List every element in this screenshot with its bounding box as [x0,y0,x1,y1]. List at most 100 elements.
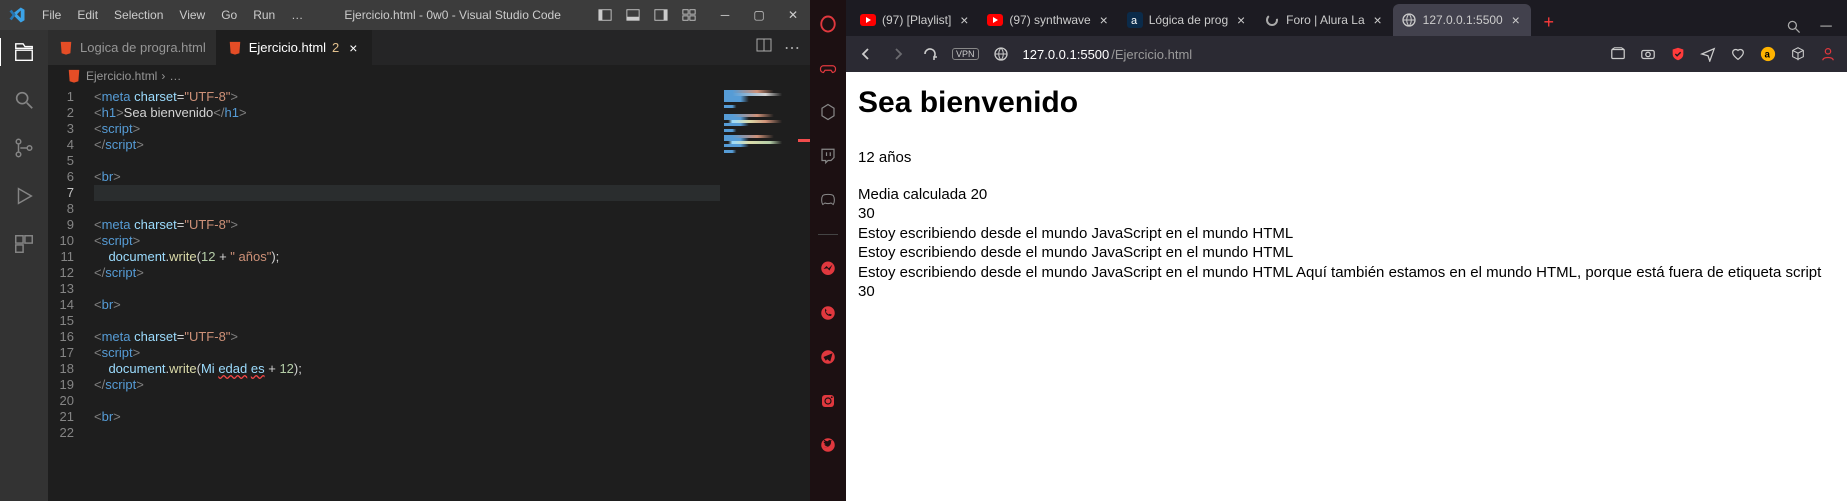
layout-grid-icon[interactable] [678,4,700,26]
html-file-icon [66,68,82,84]
tab-modified-badge: 2 [332,40,339,55]
tab-label: Lógica de prog [1149,13,1228,27]
url-path: /Ejercicio.html [1111,47,1192,62]
site-info-icon[interactable] [991,44,1011,64]
source-control-icon[interactable] [10,134,38,162]
forward-button[interactable] [888,44,908,64]
search-icon[interactable] [10,86,38,114]
tab-label: (97) synthwave [1009,13,1090,27]
vpn-badge[interactable]: VPN [952,48,979,60]
browser-tabs: (97) [Playlist] × (97) synthwave × a Lóg… [846,0,1847,36]
activity-bar [0,30,48,501]
minimap[interactable] [720,87,810,501]
browser-tab-foro[interactable]: Foro | Alura La × [1256,4,1393,36]
tab-close-icon[interactable]: × [1234,13,1248,27]
editor-tabs: Logica de progra.html Ejercicio.html 2 ×… [48,30,810,65]
tab-logica[interactable]: Logica de progra.html [48,30,217,65]
layout-bottom-icon[interactable] [622,4,644,26]
menu-view[interactable]: View [171,0,213,30]
telegram-icon[interactable] [818,347,838,367]
tab-close-icon[interactable]: × [1097,13,1111,27]
discord-icon[interactable] [818,190,838,210]
back-button[interactable] [856,44,876,64]
tab-ejercicio[interactable]: Ejercicio.html 2 × [217,30,373,65]
line-gutter: 12345678910111213141516171819202122 [48,87,94,501]
layout-left-icon[interactable] [594,4,616,26]
reload-button[interactable] [920,44,940,64]
tab-label: 127.0.0.1:5500 [1423,13,1503,27]
tab-close-icon[interactable]: × [1509,13,1523,27]
gamepad-icon[interactable] [818,58,838,78]
url-input[interactable]: 127.0.0.1:5500/Ejercicio.html [1023,47,1597,62]
globe-icon [1401,12,1417,28]
loading-icon [1264,12,1280,28]
editor-area: Logica de progra.html Ejercicio.html 2 ×… [48,30,810,501]
minimize-button[interactable]: ─ [708,0,742,30]
breadcrumb-sep: › [161,69,165,83]
more-actions-icon[interactable]: ⋯ [784,38,800,58]
youtube-icon [987,12,1003,28]
menu-go[interactable]: Go [213,0,245,30]
tab-close-icon[interactable]: × [1371,13,1385,27]
hexagon-icon[interactable] [818,102,838,122]
run-debug-icon[interactable] [10,182,38,210]
vscode-window: File Edit Selection View Go Run … Ejerci… [0,0,810,501]
page-line: Estoy escribiendo desde el mundo JavaScr… [858,243,1835,263]
messenger-icon[interactable] [818,259,838,279]
explorer-icon[interactable] [0,38,47,66]
browser-main: (97) [Playlist] × (97) synthwave × a Lóg… [846,0,1847,501]
cube-icon[interactable] [1789,45,1807,63]
browser-tab-synthwave[interactable]: (97) synthwave × [979,4,1118,36]
window-title: Ejercicio.html - 0w0 - Visual Studio Cod… [311,8,594,22]
instagram-icon[interactable] [818,391,838,411]
extensions-icon[interactable] [10,230,38,258]
menu-more[interactable]: … [283,0,311,30]
page-line: 30 [858,204,1835,224]
svg-text:a: a [1764,50,1770,61]
split-editor-icon[interactable] [756,37,772,58]
browser-tab-logica[interactable]: a Lógica de prog × [1119,4,1256,36]
browser-sidebar [810,0,846,501]
tab-close-icon[interactable]: × [957,13,971,27]
twitch-icon[interactable] [818,146,838,166]
camera-icon[interactable] [1639,45,1657,63]
browser-tab-localhost[interactable]: 127.0.0.1:5500 × [1393,4,1531,36]
breadcrumb[interactable]: Ejercicio.html › … [48,65,810,87]
snapshot-icon[interactable] [1609,45,1627,63]
window-minimize-icon[interactable]: ─ [1817,18,1835,36]
close-window-button[interactable]: ✕ [776,0,810,30]
html-file-icon [227,40,243,56]
menu-selection[interactable]: Selection [106,0,171,30]
overview-ruler[interactable] [798,87,810,501]
heart-icon[interactable] [1729,45,1747,63]
menu-edit[interactable]: Edit [69,0,106,30]
divider-icon [818,234,838,235]
page-line: Media calculada 20 [858,185,1835,205]
code-content[interactable]: <meta charset="UTF-8"> <h1>Sea bienvenid… [94,87,720,501]
new-tab-button[interactable]: + [1535,8,1563,36]
page-content: Sea bienvenido 12 años Media calculada 2… [846,72,1847,501]
layout-icons [594,4,700,26]
code-editor[interactable]: 12345678910111213141516171819202122 <met… [48,87,810,501]
page-heading: Sea bienvenido [858,86,1835,120]
whatsapp-icon[interactable] [818,303,838,323]
layout-right-icon[interactable] [650,4,672,26]
search-tabs-icon[interactable] [1785,18,1803,36]
tab-label: Foro | Alura La [1286,13,1365,27]
tab-label: (97) [Playlist] [882,13,951,27]
opera-logo-icon[interactable] [818,14,838,34]
menu-run[interactable]: Run [245,0,283,30]
send-icon[interactable] [1699,45,1717,63]
menu-file[interactable]: File [34,0,69,30]
twitter-icon[interactable] [818,435,838,455]
tab-close-icon[interactable]: × [345,40,361,56]
user-icon[interactable] [1819,45,1837,63]
url-bar: VPN 127.0.0.1:5500/Ejercicio.html a [846,36,1847,72]
page-line: 12 años [858,148,1835,168]
profile-icon[interactable]: a [1759,45,1777,63]
html-file-icon [58,40,74,56]
adblock-icon[interactable] [1669,45,1687,63]
breadcrumb-tail: … [169,69,181,83]
browser-tab-playlist[interactable]: (97) [Playlist] × [852,4,979,36]
maximize-button[interactable]: ▢ [742,0,776,30]
